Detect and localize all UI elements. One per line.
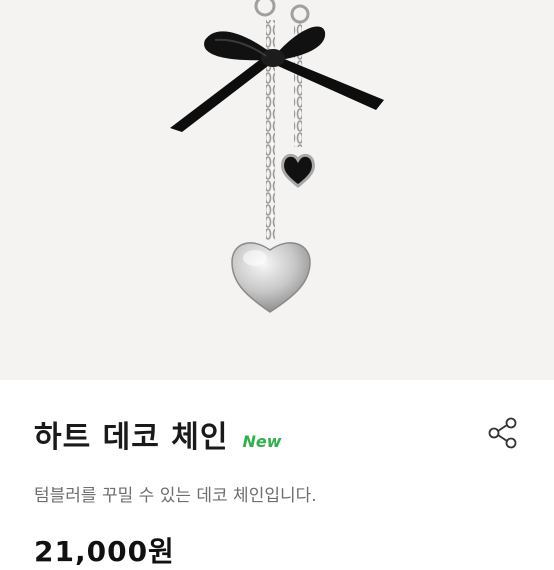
black-bow — [170, 26, 384, 132]
new-badge: New — [242, 432, 282, 451]
product-title: 하트 데코 체인 — [34, 420, 229, 455]
top-ring — [290, 4, 310, 24]
product-image — [0, 0, 554, 380]
heart-chain-illustration — [170, 0, 384, 313]
share-icon — [488, 417, 517, 449]
small-black-heart — [281, 153, 315, 188]
product-price: 21,000원 — [34, 535, 175, 568]
product-description: 텀블러를 꾸밀 수 있는 데코 체인입니다. — [34, 486, 317, 506]
product-info: 하트 데코 체인 New 텀블러를 꾸밀 수 있는 데코 체인입니다. 21,0… — [0, 380, 554, 568]
title-row: 하트 데코 체인 New — [34, 412, 282, 456]
share-button[interactable] — [486, 416, 520, 450]
top-ring — [254, 0, 276, 17]
silver-heart-pendant — [231, 242, 311, 313]
